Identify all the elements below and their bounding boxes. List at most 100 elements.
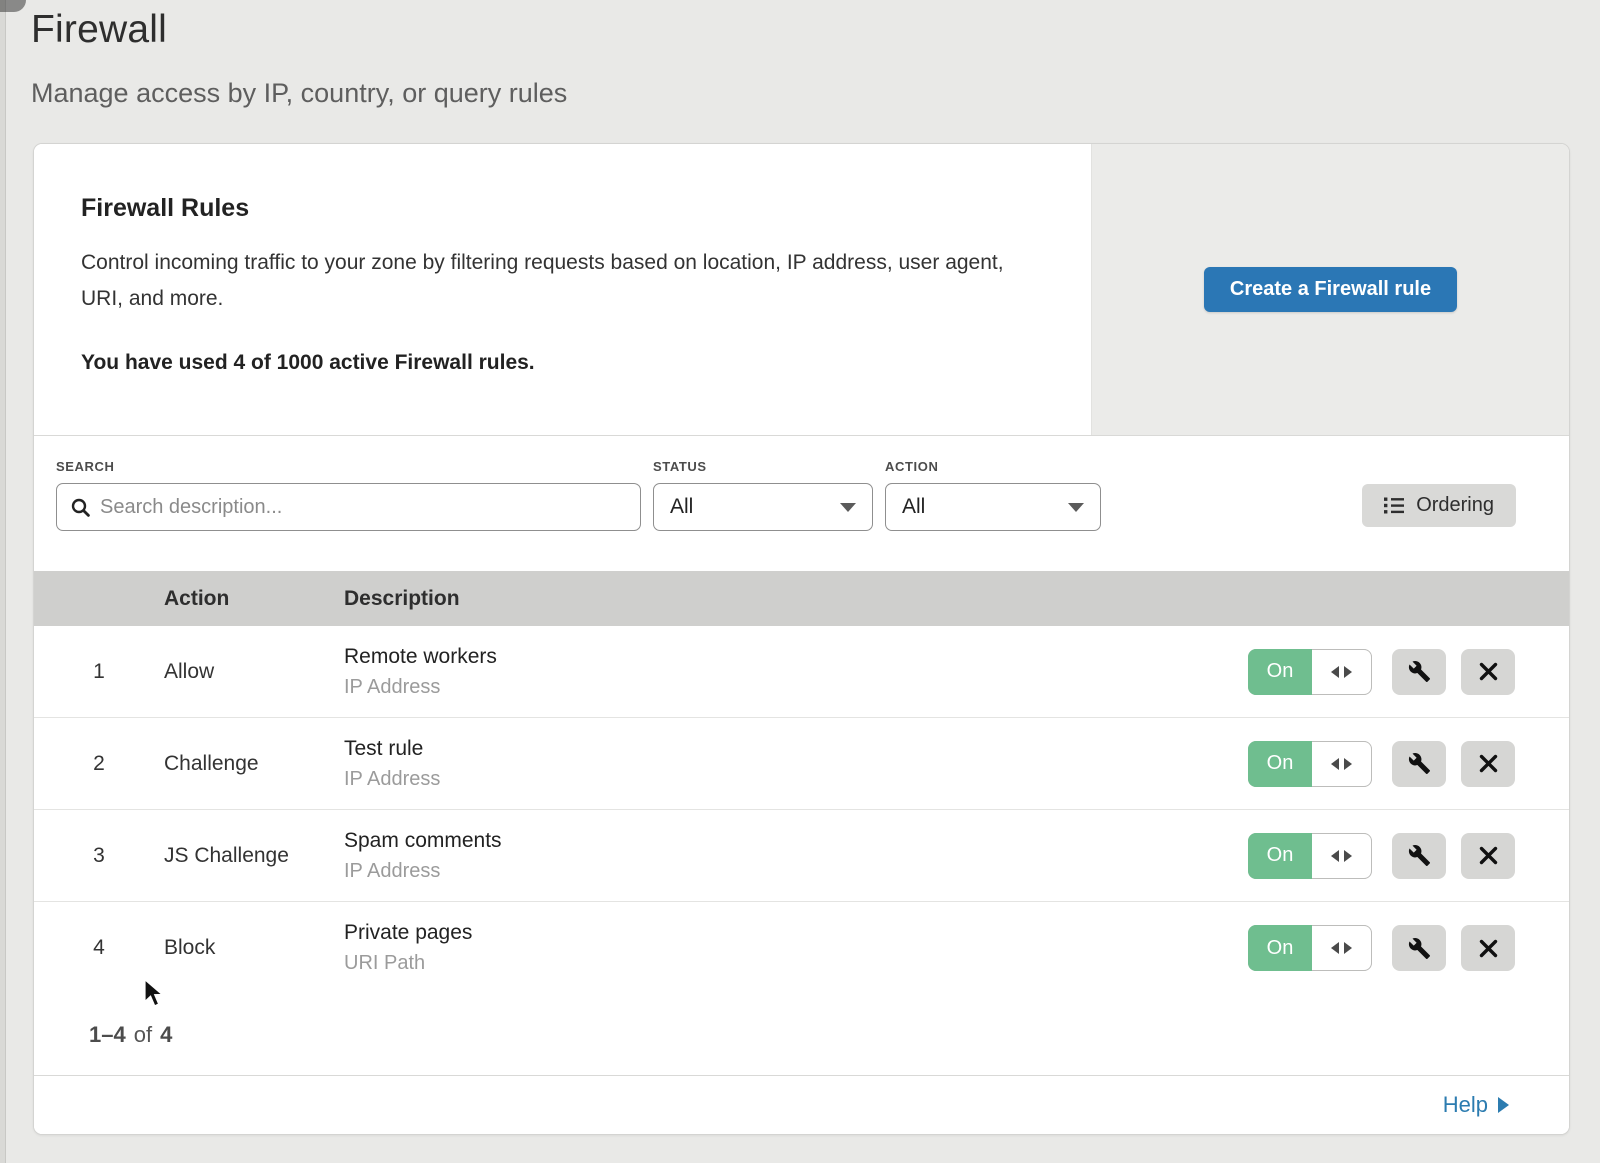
chevron-down-icon: [840, 503, 856, 512]
triangle-left-icon: [1331, 666, 1339, 678]
rule-field: URI Path: [344, 952, 1248, 975]
search-box[interactable]: [56, 483, 641, 531]
rule-action: Allow: [164, 660, 344, 684]
rule-controls: On: [1248, 649, 1569, 695]
wrench-icon: [1408, 752, 1431, 775]
help-link-label: Help: [1443, 1092, 1488, 1118]
toggle-on-label: On: [1248, 925, 1312, 971]
rule-description: Test rule: [344, 737, 1248, 761]
toggle-handle[interactable]: [1312, 833, 1372, 879]
toggle-on-label: On: [1248, 649, 1312, 695]
pagination: 1–4 of 4: [34, 994, 1569, 1076]
rule-action: Challenge: [164, 752, 344, 776]
delete-rule-button[interactable]: [1461, 649, 1515, 695]
rule-priority: 4: [34, 936, 164, 960]
search-label: SEARCH: [56, 459, 641, 474]
pagination-range: 1–4: [89, 1022, 126, 1048]
overview-description: Control incoming traffic to your zone by…: [81, 245, 1031, 317]
rule-action: Block: [164, 936, 344, 960]
delete-rule-button[interactable]: [1461, 925, 1515, 971]
wrench-icon: [1408, 844, 1431, 867]
toggle-handle[interactable]: [1312, 925, 1372, 971]
x-icon: [1479, 939, 1498, 958]
rule-field: IP Address: [344, 860, 1248, 883]
create-firewall-rule-button[interactable]: Create a Firewall rule: [1204, 267, 1457, 312]
delete-rule-button[interactable]: [1461, 833, 1515, 879]
action-column-header: Action: [164, 587, 344, 611]
chevron-down-icon: [1068, 503, 1084, 512]
description-column-header: Description: [344, 587, 1569, 611]
table-row: 4 Block Private pages URI Path On: [34, 902, 1569, 994]
rule-controls: On: [1248, 833, 1569, 879]
table-row: 3 JS Challenge Spam comments IP Address …: [34, 810, 1569, 902]
ordering-button[interactable]: Ordering: [1362, 484, 1516, 527]
table-row: 1 Allow Remote workers IP Address On: [34, 626, 1569, 718]
rule-priority: 1: [34, 660, 164, 684]
rule-controls: On: [1248, 741, 1569, 787]
rule-description: Remote workers: [344, 645, 1248, 669]
overview-text: Firewall Rules Control incoming traffic …: [34, 144, 1091, 435]
overview-cta-panel: Create a Firewall rule: [1091, 144, 1569, 435]
wrench-icon: [1408, 660, 1431, 683]
rule-controls: On: [1248, 925, 1569, 971]
triangle-left-icon: [1331, 942, 1339, 954]
action-select-value: All: [902, 495, 925, 519]
toggle-handle[interactable]: [1312, 741, 1372, 787]
usage-summary: You have used 4 of 1000 active Firewall …: [81, 351, 1031, 375]
edit-rule-button[interactable]: [1392, 925, 1446, 971]
table-row: 2 Challenge Test rule IP Address On: [34, 718, 1569, 810]
rule-enabled-toggle[interactable]: On: [1248, 925, 1372, 971]
delete-rule-button[interactable]: [1461, 741, 1515, 787]
help-link[interactable]: Help: [1443, 1092, 1509, 1118]
rule-enabled-toggle[interactable]: On: [1248, 833, 1372, 879]
pagination-total: 4: [160, 1022, 172, 1048]
pagination-separator: of: [134, 1022, 152, 1048]
rule-description: Private pages: [344, 921, 1248, 945]
rule-enabled-toggle[interactable]: On: [1248, 741, 1372, 787]
search-input[interactable]: [100, 496, 626, 519]
status-select[interactable]: All: [653, 483, 873, 531]
overview-heading: Firewall Rules: [81, 194, 1031, 223]
triangle-right-icon: [1344, 758, 1352, 770]
page-header: Firewall Manage access by IP, country, o…: [0, 0, 1600, 109]
page-subtitle: Manage access by IP, country, or query r…: [31, 78, 1600, 109]
wrench-icon: [1408, 937, 1431, 960]
edit-rule-button[interactable]: [1392, 649, 1446, 695]
table-header: Action Description: [34, 571, 1569, 626]
action-label: ACTION: [885, 459, 1101, 474]
overview-section: Firewall Rules Control incoming traffic …: [34, 144, 1569, 436]
toggle-on-label: On: [1248, 741, 1312, 787]
edit-rule-button[interactable]: [1392, 833, 1446, 879]
rule-field: IP Address: [344, 676, 1248, 699]
action-select[interactable]: All: [885, 483, 1101, 531]
search-icon: [71, 498, 90, 517]
x-icon: [1479, 846, 1498, 865]
rule-action: JS Challenge: [164, 844, 344, 868]
filters-bar: SEARCH STATUS All ACTION All: [34, 436, 1569, 571]
x-icon: [1479, 754, 1498, 773]
triangle-left-icon: [1331, 850, 1339, 862]
rule-priority: 2: [34, 752, 164, 776]
rule-enabled-toggle[interactable]: On: [1248, 649, 1372, 695]
arrow-right-icon: [1498, 1097, 1509, 1113]
status-filter-group: STATUS All: [653, 459, 873, 531]
firewall-rules-card: Firewall Rules Control incoming traffic …: [33, 143, 1570, 1135]
rule-description: Spam comments: [344, 829, 1248, 853]
card-footer: Help: [34, 1076, 1569, 1134]
search-filter-group: SEARCH: [56, 459, 641, 531]
triangle-right-icon: [1344, 850, 1352, 862]
toggle-handle[interactable]: [1312, 649, 1372, 695]
triangle-left-icon: [1331, 758, 1339, 770]
action-filter-group: ACTION All: [885, 459, 1101, 531]
triangle-right-icon: [1344, 666, 1352, 678]
triangle-right-icon: [1344, 942, 1352, 954]
status-label: STATUS: [653, 459, 873, 474]
toggle-on-label: On: [1248, 833, 1312, 879]
window-edge: [0, 0, 6, 1163]
list-ordering-icon: [1384, 497, 1404, 514]
x-icon: [1479, 662, 1498, 681]
rule-priority: 3: [34, 844, 164, 868]
ordering-button-label: Ordering: [1416, 494, 1494, 517]
edit-rule-button[interactable]: [1392, 741, 1446, 787]
status-select-value: All: [670, 495, 693, 519]
